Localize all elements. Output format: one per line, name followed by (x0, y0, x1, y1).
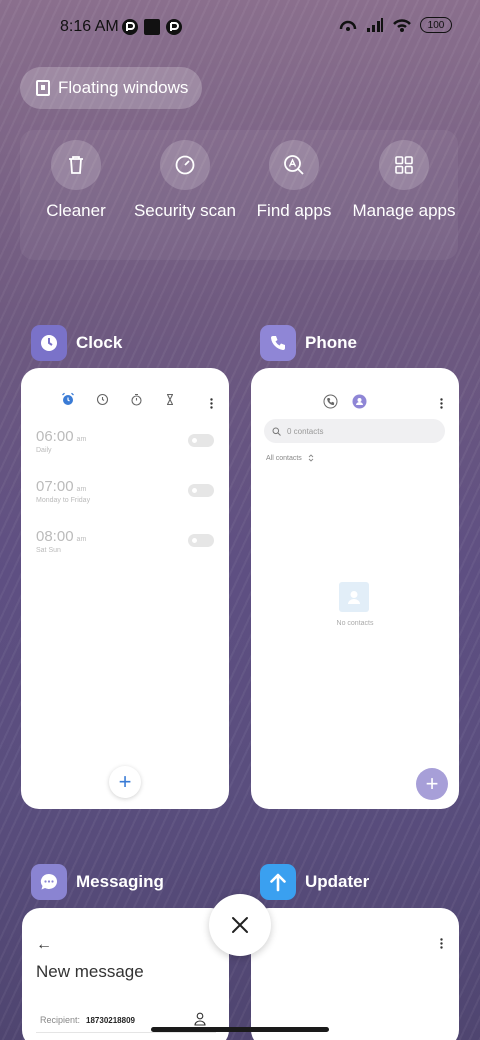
hotspot-icon (339, 20, 357, 31)
contacts-filter-label: All contacts (266, 454, 302, 462)
back-arrow-icon[interactable]: ← (36, 936, 52, 954)
timer-tab-icon[interactable] (163, 392, 177, 406)
phone-tabs (251, 394, 459, 414)
clock-app-icon (31, 325, 67, 361)
more-options-icon[interactable] (440, 938, 443, 949)
add-alarm-button[interactable]: + (109, 766, 141, 798)
cleaner-label: Cleaner (46, 201, 106, 220)
messaging-recent-card[interactable]: ← New message Recipient: 18730218809 (22, 908, 229, 1040)
sort-chevrons-icon (308, 454, 314, 462)
messaging-app-name: Messaging (76, 872, 164, 891)
alarm-repeat: Daily (36, 447, 52, 454)
manage-apps-label: Manage apps (352, 201, 456, 220)
stopwatch-tab-icon[interactable] (129, 392, 143, 406)
world-clock-tab-icon[interactable] (95, 392, 109, 406)
alarm-ampm: am (76, 486, 87, 493)
phone-recent-card[interactable]: 0 contacts All contacts No contacts + (251, 368, 459, 809)
clock-recent-card[interactable]: 06:00 am Daily 07:00 am Monday to Friday 0… (21, 368, 229, 809)
clock-tabs (21, 392, 229, 406)
status-bar: 8:16 AM 100 (0, 0, 480, 56)
pick-contact-icon[interactable] (194, 1012, 206, 1026)
signal-icon (367, 18, 383, 32)
call-log-tab-icon[interactable] (323, 394, 338, 414)
phone-app-name: Phone (305, 333, 357, 352)
status-right-group: 100 (338, 17, 452, 33)
wifi-icon (393, 19, 411, 32)
alarm-toggle[interactable] (188, 434, 214, 447)
alarm-time: 07:00 (36, 478, 74, 495)
trash-icon (51, 140, 101, 190)
find-apps-icon (269, 140, 319, 190)
alarm-ampm: am (76, 536, 87, 543)
security-scan-label: Security scan (133, 201, 237, 220)
recipient-label: Recipient: (40, 1015, 81, 1025)
updater-recent-card[interactable] (251, 908, 459, 1040)
add-contact-button[interactable]: + (416, 768, 448, 800)
battery-indicator: 100 (420, 17, 452, 33)
alarm-row[interactable]: 06:00 am Daily (36, 428, 214, 454)
updater-app-icon (260, 864, 296, 900)
alarm-repeat: Monday to Friday (36, 497, 91, 504)
new-message-title: New message (36, 962, 144, 981)
floating-windows-button[interactable]: Floating windows (20, 67, 202, 109)
empty-contacts-icon (339, 582, 369, 612)
alarm-tab-icon[interactable] (61, 392, 75, 406)
more-options-icon[interactable] (440, 398, 443, 409)
alarm-toggle[interactable] (188, 484, 214, 497)
messaging-app-header[interactable]: Messaging (31, 864, 164, 900)
manage-apps-button[interactable]: Manage apps (349, 140, 459, 221)
status-time: 8:16 AM (60, 18, 119, 35)
alarm-toggle[interactable] (188, 534, 214, 547)
grid-icon (379, 140, 429, 190)
clock-app-header[interactable]: Clock (31, 325, 122, 361)
square-notification-icon (144, 19, 160, 35)
alarm-row[interactable]: 07:00 am Monday to Friday (36, 478, 214, 504)
cleaner-button[interactable]: Cleaner (21, 140, 131, 221)
alarm-repeat: Sat Sun (36, 547, 61, 554)
phone-app-icon (260, 325, 296, 361)
alarm-time: 06:00 (36, 428, 74, 445)
floating-windows-label: Floating windows (58, 78, 189, 97)
app-notification-icon (122, 19, 138, 35)
contacts-tab-icon[interactable] (352, 394, 367, 414)
updater-app-name: Updater (305, 872, 370, 891)
clear-all-button[interactable] (209, 894, 271, 956)
updater-app-header[interactable]: Updater (260, 864, 369, 900)
alarm-time: 08:00 (36, 528, 74, 545)
find-apps-label: Find apps (256, 201, 332, 220)
alarm-row[interactable]: 08:00 am Sat Sun (36, 528, 214, 554)
search-icon (272, 427, 281, 436)
contacts-filter-dropdown[interactable]: All contacts (266, 454, 314, 462)
app-notification-icon-2 (166, 19, 182, 35)
security-gauge-icon (160, 140, 210, 190)
empty-contacts-text: No contacts (336, 620, 374, 627)
floating-window-icon (36, 80, 50, 96)
close-icon (232, 917, 248, 933)
home-indicator[interactable] (151, 1027, 329, 1032)
contacts-search-input[interactable]: 0 contacts (264, 419, 445, 443)
messaging-app-icon (31, 864, 67, 900)
more-options-icon[interactable] (210, 398, 213, 409)
recipient-divider (36, 1032, 216, 1033)
find-apps-button[interactable]: Find apps (239, 140, 349, 221)
alarm-ampm: am (76, 436, 87, 443)
clock-app-name: Clock (76, 333, 123, 352)
security-scan-button[interactable]: Security scan (130, 140, 240, 221)
recipient-value: 18730218809 (86, 1016, 135, 1025)
recipient-field[interactable]: Recipient: 18730218809 (40, 1015, 135, 1025)
contacts-search-placeholder: 0 contacts (287, 426, 324, 436)
phone-app-header[interactable]: Phone (260, 325, 357, 361)
